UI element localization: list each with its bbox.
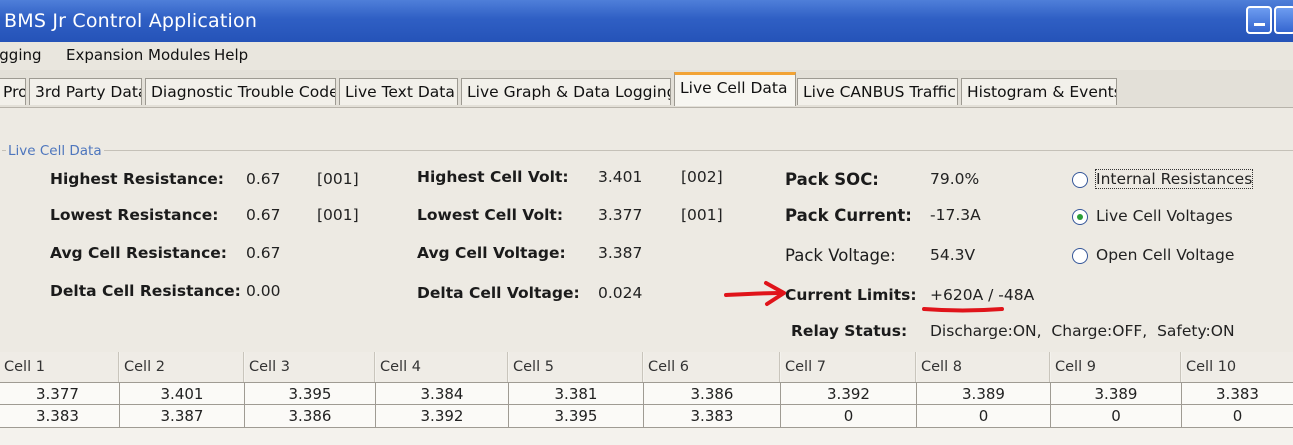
table-cell: 3.392 — [781, 382, 917, 405]
table-cell: 3.401 — [120, 382, 245, 405]
table-cell: 3.383 — [1182, 382, 1293, 405]
tab-live-text-data[interactable]: Live Text Data — [339, 78, 458, 105]
header-cell-8[interactable]: Cell 8 — [917, 352, 1050, 382]
table-cell: 0 — [1182, 405, 1293, 428]
tab-3rd-party-data[interactable]: 3rd Party Data — [29, 78, 142, 105]
maximize-button[interactable] — [1274, 6, 1293, 34]
header-cell-10[interactable]: Cell 10 — [1182, 352, 1293, 382]
table-cell: 3.387 — [120, 405, 245, 428]
table-cell: 3.386 — [245, 405, 376, 428]
window-title: BMS Jr Control Application — [4, 10, 258, 32]
table-cell: 3.389 — [917, 382, 1051, 405]
menu-help[interactable]: Help — [214, 46, 248, 64]
table-cell: 3.389 — [1051, 382, 1182, 405]
table-cell: 3.386 — [644, 382, 781, 405]
header-cell-2[interactable]: Cell 2 — [120, 352, 244, 382]
table-cell: 3.383 — [0, 405, 120, 428]
tab-histogram-events[interactable]: Histogram & Events — [961, 78, 1117, 105]
table-cell: 3.384 — [376, 382, 509, 405]
table-cell: 3.377 — [0, 382, 120, 405]
table-cell: 3.392 — [376, 405, 509, 428]
live-cell-data-panel: Live Cell Data Highest Resistance: 0.67 … — [0, 107, 1293, 353]
tab-strip: Profile 3rd Party Data Diagnostic Troubl… — [0, 70, 1293, 110]
tab-live-canbus-traffic[interactable]: Live CANBUS Traffic — [797, 78, 958, 105]
annotation-underline — [922, 307, 1004, 313]
header-cell-6[interactable]: Cell 6 — [644, 352, 780, 382]
table-cell: 0 — [1051, 405, 1182, 428]
menu-expansion-modules[interactable]: Expansion Modules — [66, 46, 210, 64]
header-cell-7[interactable]: Cell 7 — [781, 352, 916, 382]
header-cell-1[interactable]: Cell 1 — [0, 352, 119, 382]
header-cell-5[interactable]: Cell 5 — [509, 352, 643, 382]
table-cell: 0 — [781, 405, 917, 428]
cell-table: Cell 1 Cell 2 Cell 3 Cell 4 Cell 5 Cell … — [0, 352, 1293, 445]
tab-live-graph-data-logging[interactable]: Live Graph & Data Logging — [461, 78, 671, 105]
tab-profile[interactable]: Profile — [0, 78, 26, 105]
annotation-arrow-shaft — [724, 291, 784, 297]
header-cell-4[interactable]: Cell 4 — [376, 352, 508, 382]
tab-diagnostic-trouble-codes[interactable]: Diagnostic Trouble Codes — [145, 78, 336, 105]
minimize-icon — [1254, 23, 1265, 26]
table-cell: 0 — [917, 405, 1051, 428]
header-cell-9[interactable]: Cell 9 — [1051, 352, 1181, 382]
minimize-button[interactable] — [1246, 6, 1272, 34]
title-bar: BMS Jr Control Application — [0, 0, 1293, 42]
header-cell-3[interactable]: Cell 3 — [245, 352, 375, 382]
menu-bar: Logging Expansion Modules Help — [0, 42, 1293, 70]
red-annotation — [724, 281, 1004, 313]
table-row: 3.377 3.401 3.395 3.384 3.381 3.386 3.39… — [0, 382, 1293, 405]
table-cell: 3.383 — [644, 405, 781, 428]
table-cell: 3.395 — [245, 382, 376, 405]
tab-live-cell-data[interactable]: Live Cell Data — [674, 72, 796, 106]
table-row: 3.383 3.387 3.386 3.392 3.395 3.383 0 0 … — [0, 405, 1293, 428]
table-cell: 3.381 — [509, 382, 644, 405]
menu-logging[interactable]: Logging — [0, 46, 42, 64]
table-cell: 3.395 — [509, 405, 644, 428]
